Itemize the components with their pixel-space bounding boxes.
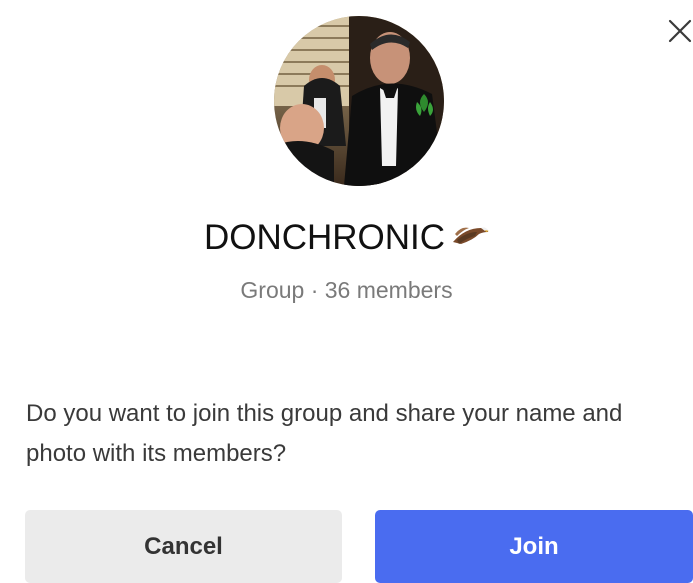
group-avatar: [274, 16, 444, 186]
group-subtitle: Group · 36 members: [240, 277, 453, 303]
group-title-row: DONCHRONIC: [0, 208, 693, 270]
close-button[interactable]: [664, 14, 693, 44]
eagle-icon: [451, 207, 490, 267]
cancel-button[interactable]: Cancel: [25, 510, 342, 583]
group-name: DONCHRONIC: [203, 218, 446, 257]
join-button[interactable]: Join: [375, 510, 693, 583]
join-question: Do you want to join this group and share…: [26, 400, 623, 467]
close-icon: [668, 19, 692, 43]
